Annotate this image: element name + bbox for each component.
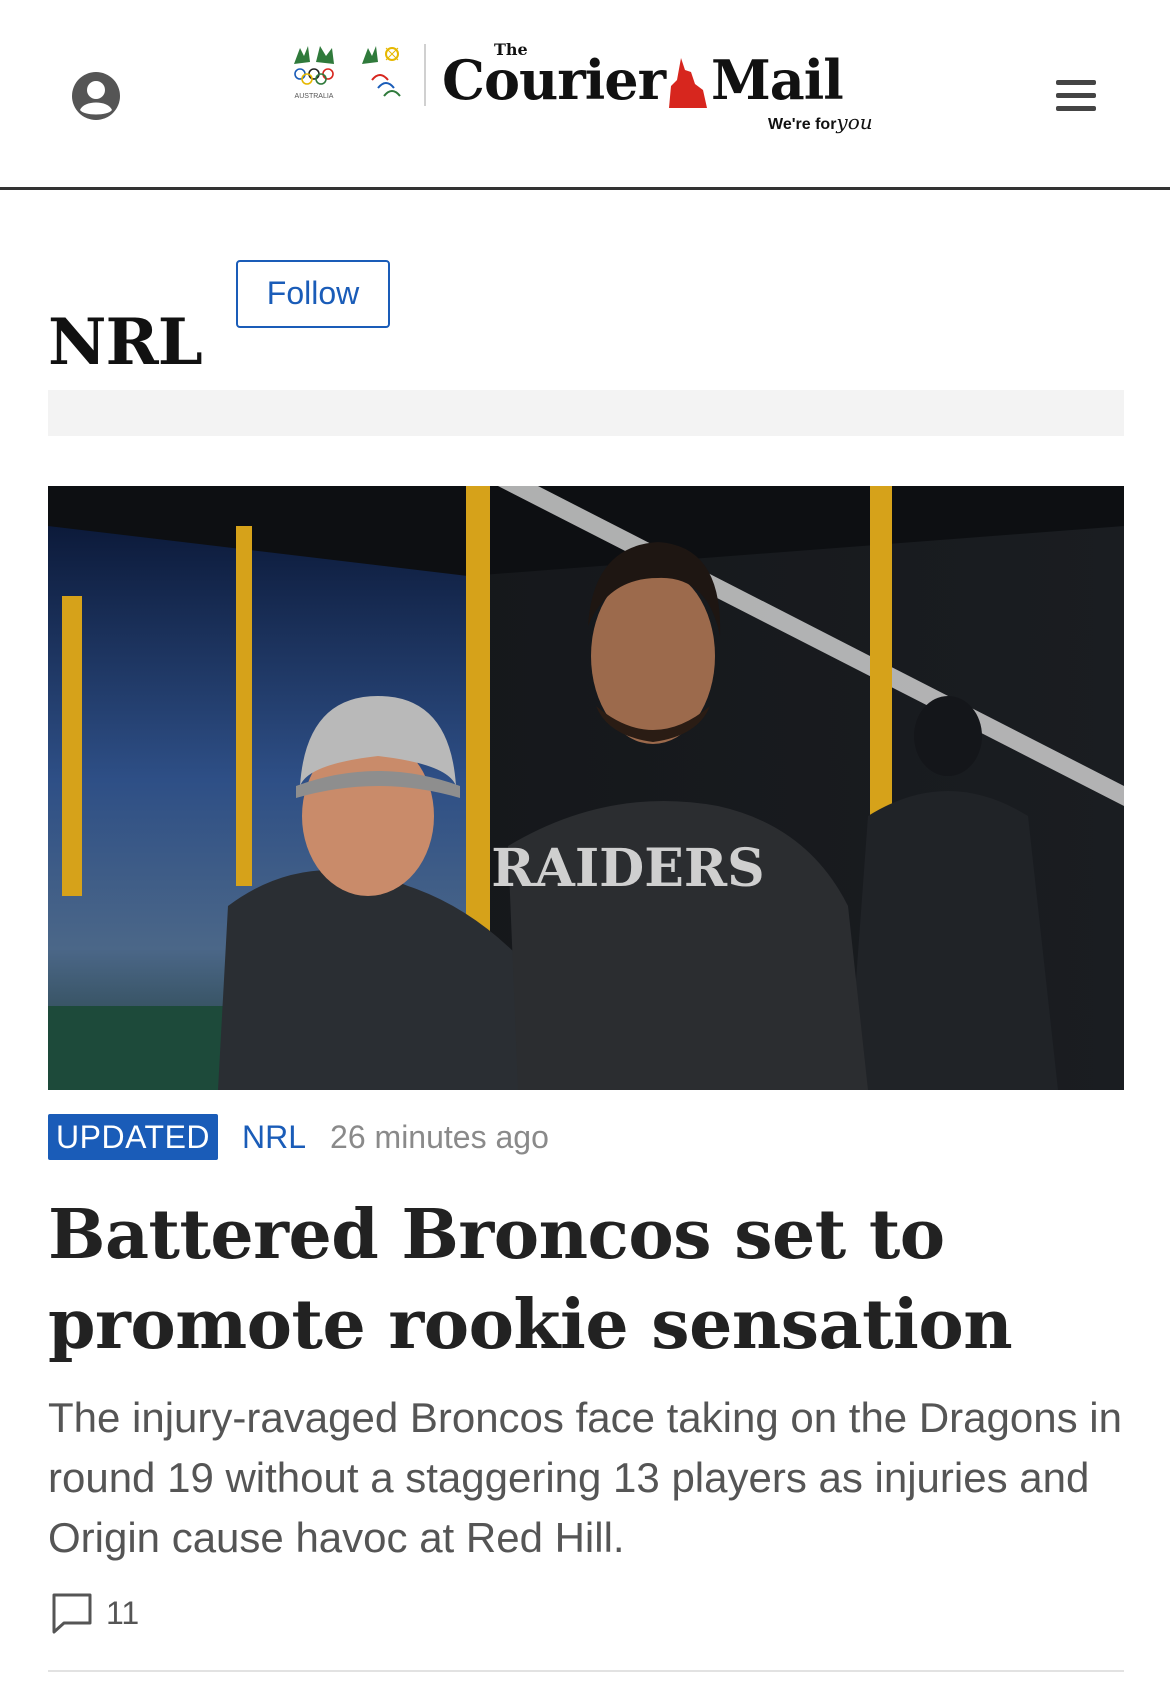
menu-button[interactable] — [1052, 72, 1100, 120]
story-image[interactable]: RAIDERS — [48, 486, 1124, 1090]
follow-button[interactable]: Follow — [236, 260, 390, 328]
shirt-text: RAIDERS — [491, 838, 764, 899]
story-photo: RAIDERS — [48, 486, 1124, 1090]
courier-mail-masthead[interactable]: The Courier Mail We're foryou — [442, 40, 886, 140]
australian-olympic-logo: AUSTRALIA — [294, 46, 334, 100]
ad-placeholder — [48, 390, 1124, 436]
account-icon — [72, 72, 120, 120]
svg-text:AUSTRALIA: AUSTRALIA — [295, 93, 334, 100]
site-header: AUSTRALIA The Courier Mail We're foryou — [0, 0, 1170, 190]
story-headline[interactable]: Battered Broncos set to promote rookie s… — [48, 1190, 1124, 1370]
section-title: NRL — [48, 304, 203, 380]
updated-badge: UPDATED — [48, 1114, 219, 1160]
story-standfirst: The injury-ravaged Broncos face taking o… — [48, 1394, 1122, 1561]
story-divider — [48, 1670, 1124, 1672]
tagline-you: you — [836, 110, 873, 134]
queensland-map-icon — [669, 58, 708, 108]
account-button[interactable] — [68, 68, 124, 124]
published-time: 26 minutes ago — [330, 1119, 549, 1155]
comment-icon — [52, 1593, 92, 1634]
logo-divider — [424, 44, 426, 106]
masthead-tagline: We're foryou — [768, 110, 873, 134]
brand-logos: AUSTRALIA The Courier Mail We're foryou — [286, 40, 886, 140]
comments-link[interactable]: 11 — [48, 1588, 139, 1638]
category-link[interactable]: NRL — [242, 1114, 306, 1160]
hamburger-menu-icon — [1056, 80, 1096, 111]
story-meta: UPDATED NRL 26 minutes ago — [48, 1114, 549, 1160]
comment-count: 11 — [106, 1594, 140, 1631]
paralympics-australia-logo — [362, 46, 401, 97]
masthead-word-mail: Mail — [711, 48, 844, 112]
tagline-prefix: We're for — [768, 116, 837, 133]
masthead-word-courier: Courier — [442, 48, 666, 112]
masthead-title: Courier Mail — [442, 48, 844, 112]
